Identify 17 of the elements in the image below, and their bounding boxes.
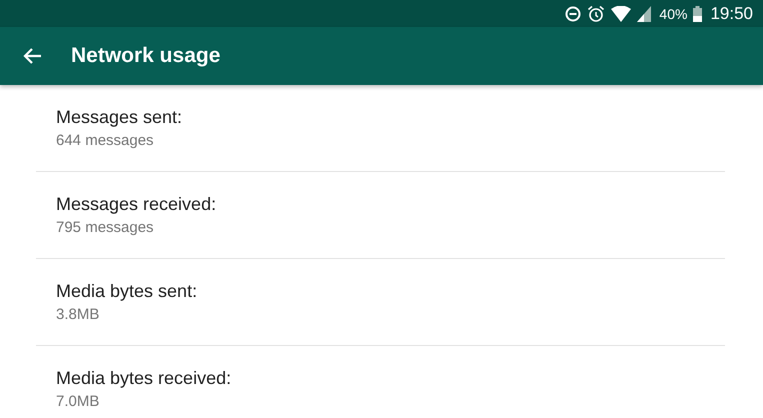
- alarm-icon: [587, 4, 606, 22]
- clock: 19:50: [710, 4, 753, 24]
- battery-icon: [693, 6, 702, 22]
- item-value: 7.0MB: [56, 392, 100, 412]
- item-label: Media bytes received:: [56, 367, 232, 389]
- item-value: 795 messages: [56, 218, 155, 238]
- signal-icon: [637, 6, 652, 22]
- back-arrow-icon[interactable]: [22, 47, 42, 65]
- battery-percentage: 40%: [659, 6, 688, 22]
- do-not-disturb-icon: [565, 6, 582, 22]
- item-value: 3.8MB: [56, 305, 100, 325]
- item-label: Media bytes sent:: [56, 280, 198, 302]
- item-value: 644 messages: [56, 131, 155, 151]
- wifi-icon: [611, 6, 632, 22]
- screen-title: Network usage: [71, 44, 220, 68]
- item-label: Messages received:: [56, 193, 218, 215]
- item-label: Messages sent:: [56, 106, 184, 128]
